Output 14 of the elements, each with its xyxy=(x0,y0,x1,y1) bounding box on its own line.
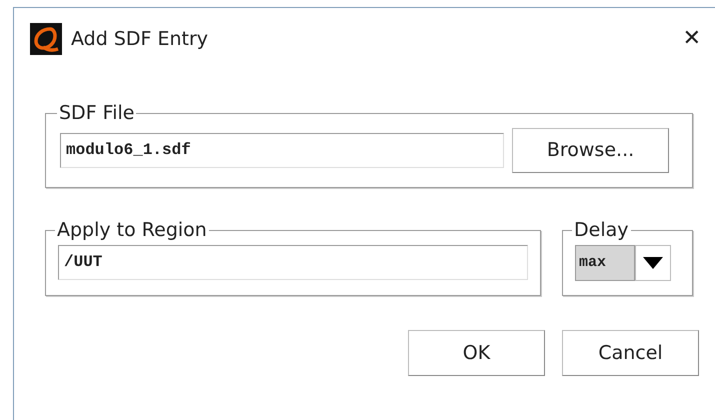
close-button[interactable]: ✕ xyxy=(668,28,715,50)
dropdown-button[interactable] xyxy=(635,244,671,281)
cancel-button[interactable]: Cancel xyxy=(562,330,699,376)
browse-button[interactable]: Browse... xyxy=(512,128,669,173)
caret-icon xyxy=(643,256,663,269)
group-label: Delay xyxy=(573,220,630,241)
ok-button[interactable]: OK xyxy=(408,330,545,376)
app-logo-icon xyxy=(30,23,62,55)
input-field[interactable]: /UUT xyxy=(58,244,528,280)
input-field[interactable]: modulo6_1.sdf xyxy=(60,132,504,168)
group-label: SDF File xyxy=(58,103,136,124)
group-label: Apply to Region xyxy=(56,220,208,241)
delay-dropdown[interactable]: max xyxy=(575,244,635,281)
window-title: Add SDF Entry xyxy=(71,26,210,52)
